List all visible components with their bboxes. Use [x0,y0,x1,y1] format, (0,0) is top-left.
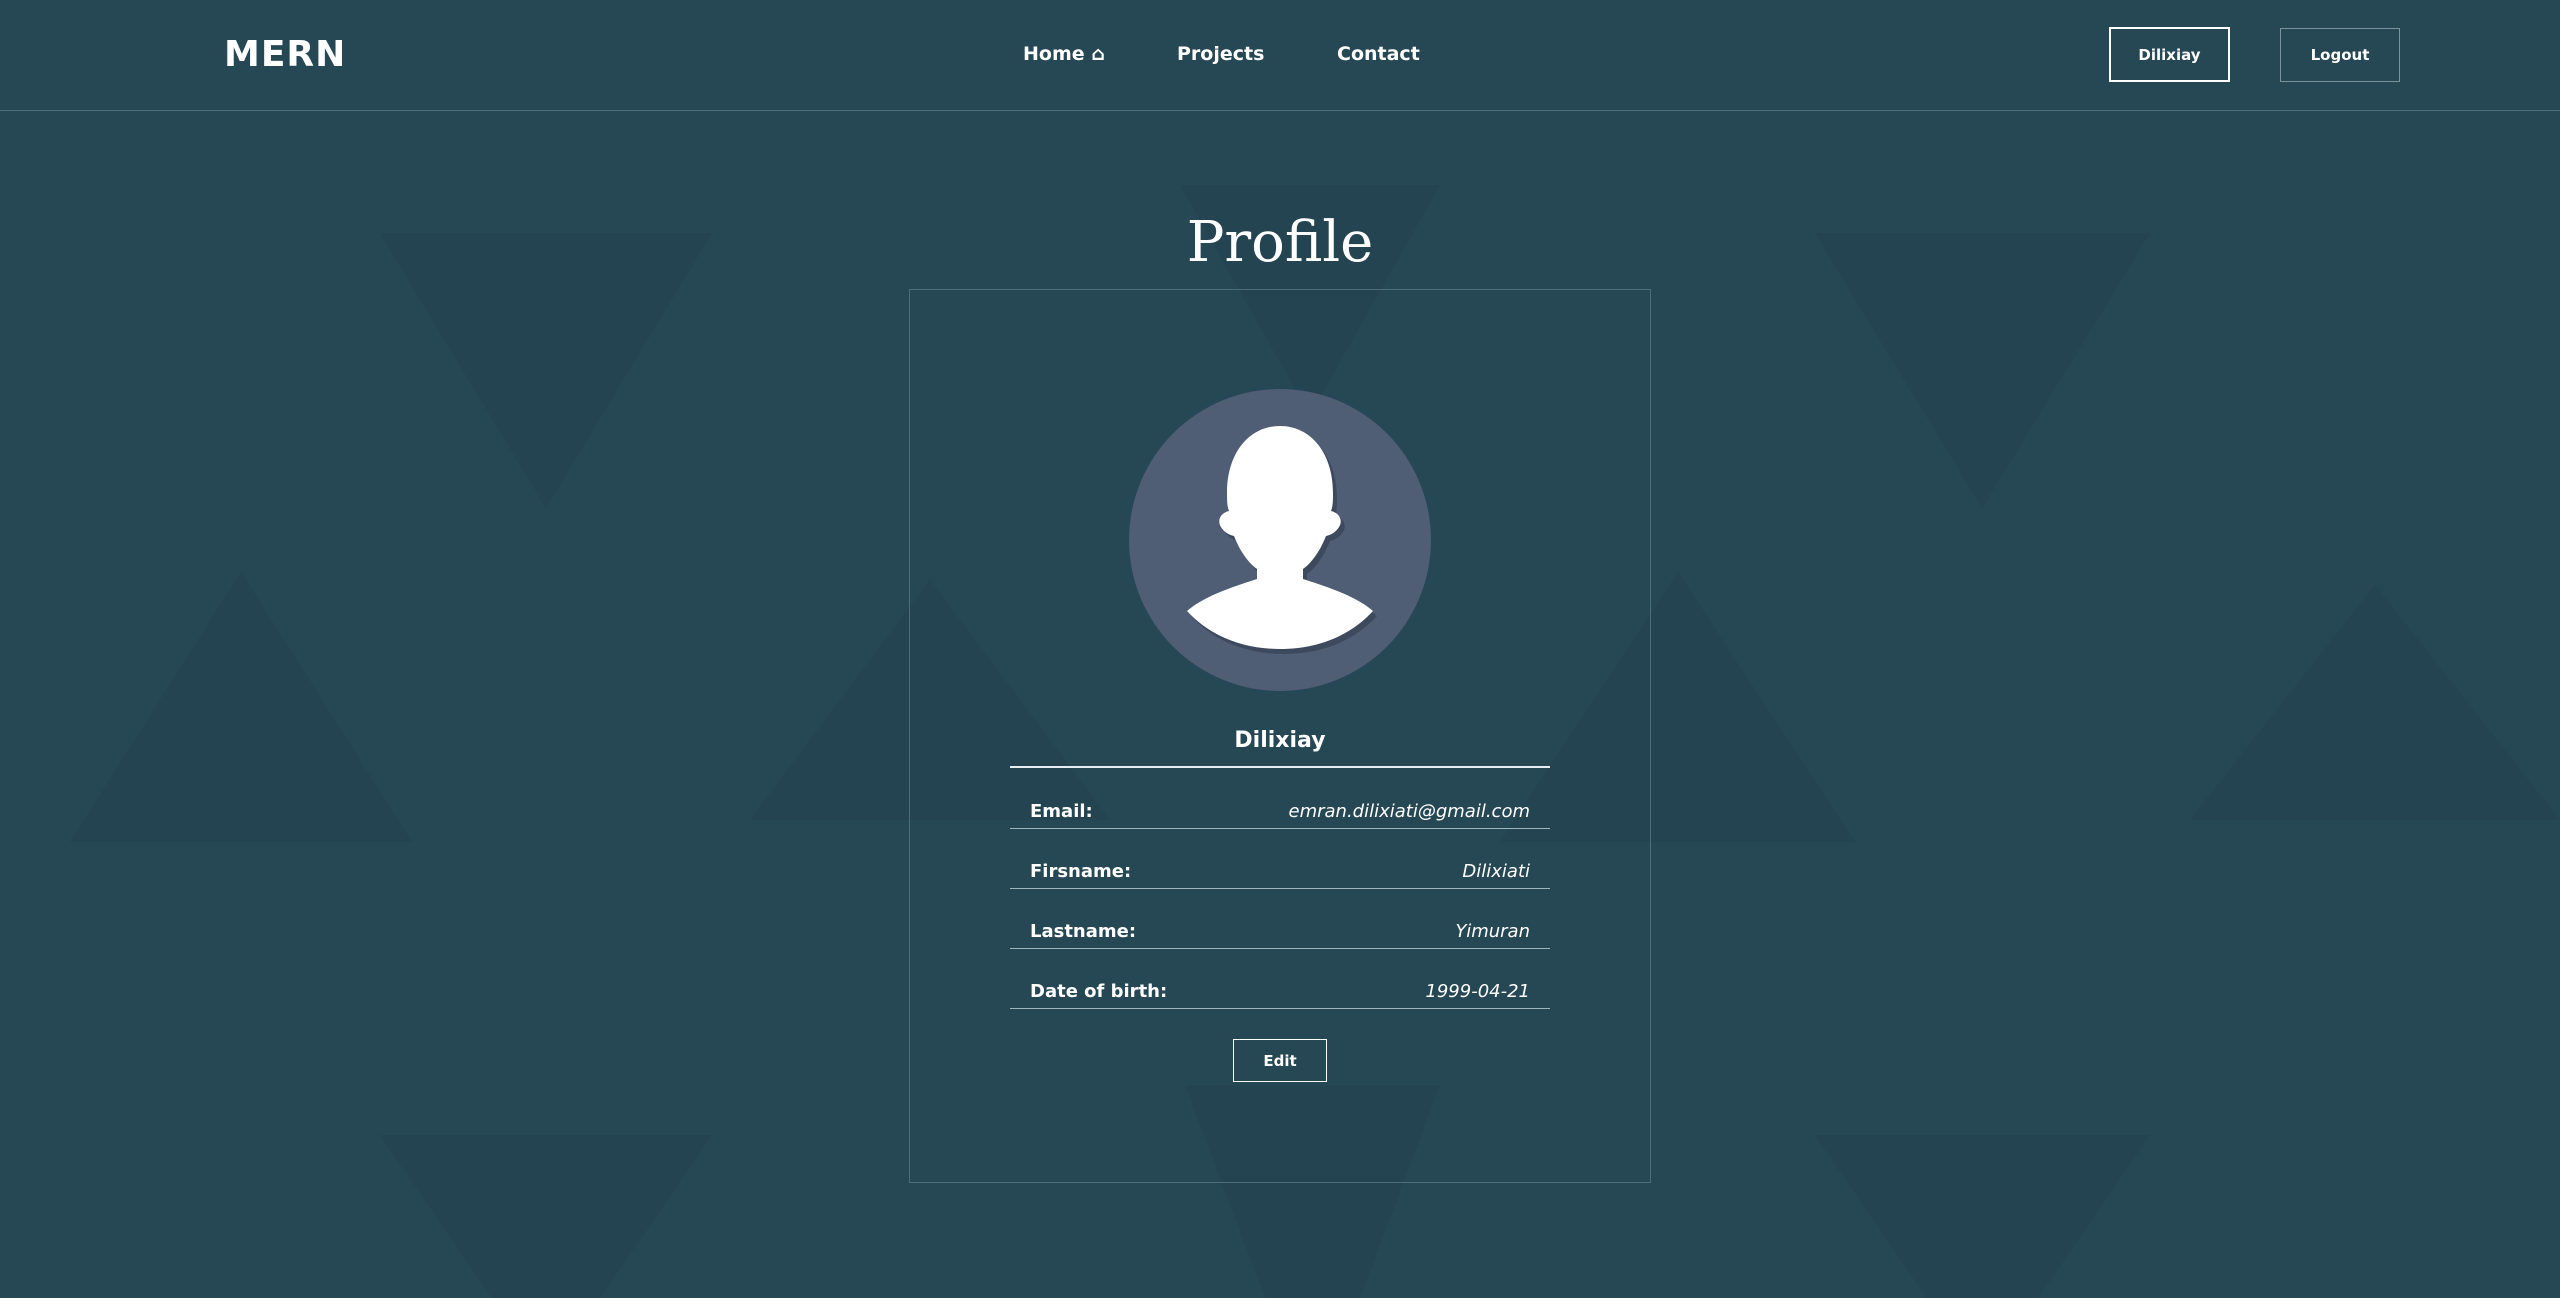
field-label: Date of birth: [1030,981,1168,1002]
bg-triangle [2190,585,2560,820]
nav-link-home[interactable]: Home ⌂ [1023,43,1105,65]
field-label: Firsname: [1030,861,1132,882]
field-value: Yimuran [1455,921,1530,942]
profile-field-firstname: Firsname: Dilixiati [1010,848,1550,889]
profile-field-date-of-birth: Date of birth: 1999-04-21 [1010,968,1550,1009]
bg-triangle [1815,1135,2150,1298]
field-value: emran.dilixiati@gmail.com [1288,801,1531,822]
field-label: Email: [1030,801,1093,822]
top-navbar: MERN Home ⌂ Projects Contact Dilixiay Lo… [0,0,2560,111]
nav-link-projects[interactable]: Projects [1177,43,1264,65]
profile-username: Dilixiay [1234,728,1326,753]
field-label: Lastname: [1030,921,1137,942]
edit-button[interactable]: Edit [1233,1039,1327,1082]
user-silhouette-icon [1129,389,1431,691]
user-profile-button[interactable]: Dilixiay [2109,27,2230,82]
profile-field-lastname: Lastname: Yimuran [1010,908,1550,949]
bg-triangle [380,1135,712,1298]
logout-button[interactable]: Logout [2280,28,2400,82]
bg-triangle [70,572,412,842]
brand-logo[interactable]: MERN [224,34,346,75]
nav-link-contact[interactable]: Contact [1337,43,1420,65]
page-title: Profile [1186,210,1374,275]
profile-field-email: Email: emran.dilixiati@gmail.com [1010,788,1550,829]
field-value: Dilixiati [1462,861,1530,882]
username-divider [1010,766,1550,768]
field-value: 1999-04-21 [1425,981,1530,1002]
